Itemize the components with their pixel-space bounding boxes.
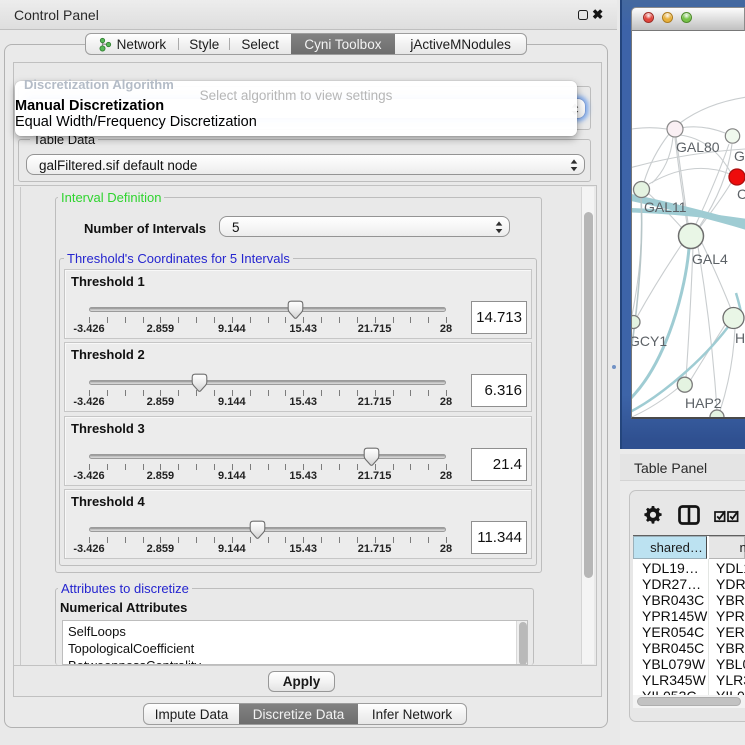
svg-text:CD: CD xyxy=(737,186,745,202)
svg-text:GA: GA xyxy=(734,148,745,164)
svg-text:GAL11: GAL11 xyxy=(644,199,687,215)
svg-text:GAL4: GAL4 xyxy=(692,251,728,267)
svg-text:GAL80: GAL80 xyxy=(676,139,720,155)
svg-text:H: H xyxy=(735,330,745,346)
svg-text:GCY1: GCY1 xyxy=(632,333,667,349)
svg-text:HAP2: HAP2 xyxy=(685,395,722,411)
